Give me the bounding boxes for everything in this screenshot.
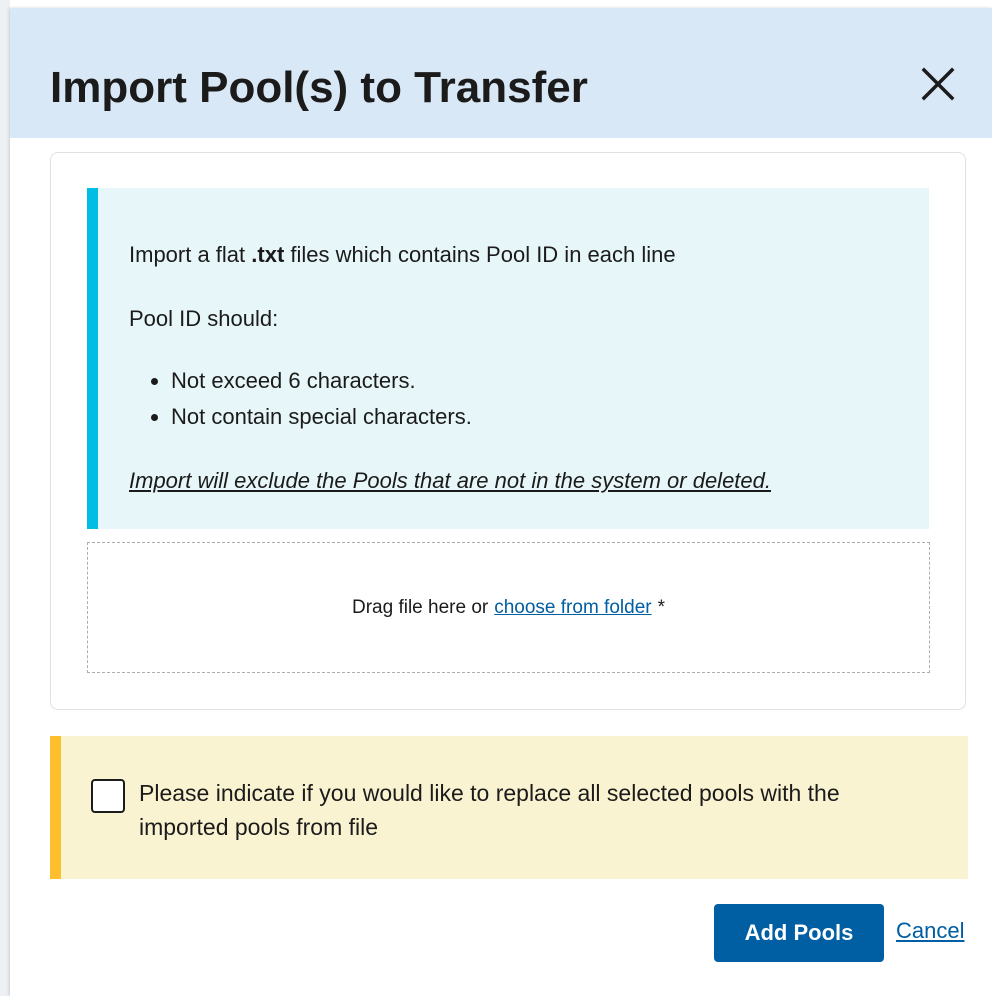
close-button[interactable] bbox=[918, 64, 958, 104]
dropzone-text: Drag file here or bbox=[352, 596, 489, 618]
info-intro-before: Import a flat bbox=[129, 242, 246, 267]
info-alert: Import a flat .txt files which contains … bbox=[87, 188, 929, 529]
required-marker: * bbox=[657, 596, 665, 618]
file-dropzone[interactable]: Drag file here or choose from folder * bbox=[87, 542, 930, 673]
rules-heading: Pool ID should: bbox=[129, 306, 279, 331]
info-intro: Import a flat .txt files which contains … bbox=[129, 240, 929, 270]
add-pools-button[interactable]: Add Pools bbox=[714, 904, 884, 962]
import-card: Import a flat .txt files which contains … bbox=[50, 152, 966, 710]
close-icon bbox=[921, 67, 955, 101]
modal-header: Import Pool(s) to Transfer bbox=[10, 8, 992, 138]
info-intro-after: files which contains Pool ID in each lin… bbox=[290, 242, 676, 267]
replace-pools-label[interactable]: Please indicate if you would like to rep… bbox=[139, 776, 919, 844]
page-backdrop bbox=[0, 0, 10, 996]
choose-from-folder-link[interactable]: choose from folder bbox=[494, 597, 651, 619]
import-pools-modal: Import Pool(s) to Transfer Import a flat… bbox=[10, 8, 992, 996]
rules-list: Not exceed 6 characters. Not contain spe… bbox=[129, 366, 929, 432]
replace-pools-checkbox[interactable] bbox=[91, 779, 125, 813]
rule-item: Not exceed 6 characters. bbox=[171, 366, 929, 396]
rule-item: Not contain special characters. bbox=[171, 402, 929, 432]
modal-title: Import Pool(s) to Transfer bbox=[50, 63, 588, 112]
replace-pools-alert: Please indicate if you would like to rep… bbox=[50, 736, 968, 879]
exclusion-note: Import will exclude the Pools that are n… bbox=[129, 468, 771, 493]
cancel-link[interactable]: Cancel bbox=[896, 916, 964, 946]
info-intro-extension: .txt bbox=[251, 242, 285, 267]
